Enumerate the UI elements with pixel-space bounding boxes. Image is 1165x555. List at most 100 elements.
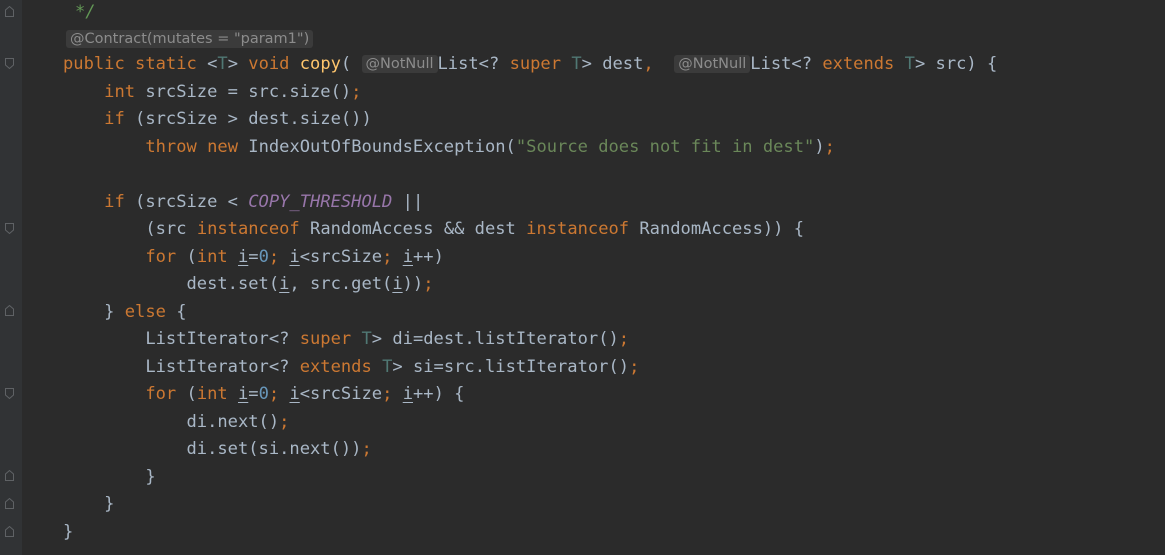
paren: ): [814, 137, 825, 157]
code-text: di.set(si.next()): [186, 439, 362, 459]
code-line: if (srcSize < COPY_THRESHOLD ||: [63, 191, 423, 213]
code-line-signature: public static <T> void copy( @NotNull Lis…: [63, 53, 997, 75]
code-line: ListIterator<? extends T> si=src.listIte…: [63, 356, 639, 378]
type-parameter: T: [904, 54, 915, 74]
code-text: (srcSize <: [124, 192, 249, 212]
notnull-inlay-hint[interactable]: @NotNull: [361, 55, 438, 73]
keyword: extends: [822, 54, 895, 74]
code-text: =: [248, 384, 259, 404]
semicolon: ;: [423, 274, 434, 294]
keyword: extends: [299, 357, 372, 377]
keyword: int: [104, 82, 136, 102]
type-parameter: T: [217, 54, 228, 74]
code-line: int srcSize = src.size();: [63, 81, 361, 103]
loop-variable: i: [237, 247, 249, 267]
keyword: if: [104, 192, 125, 212]
keyword: static: [135, 54, 197, 74]
semicolon: ;: [382, 384, 393, 404]
code-text: > di=dest.listIterator(): [371, 329, 619, 349]
semicolon: ;: [279, 412, 290, 432]
code-line: */: [75, 1, 96, 23]
code-line: ListIterator<? super T> di=dest.listIter…: [63, 328, 629, 350]
type-parameter: T: [571, 54, 582, 74]
code-text: ||: [392, 192, 424, 212]
keyword: instanceof: [196, 219, 300, 239]
semicolon: ;: [268, 384, 280, 404]
code-text: (srcSize > dest.size()): [124, 109, 372, 129]
keyword: super: [299, 329, 352, 349]
code-text: )): [402, 274, 424, 294]
type-parameter: T: [382, 357, 393, 377]
code-line: if (srcSize > dest.size()): [63, 108, 372, 130]
code-text: (src: [145, 219, 197, 239]
code-text: srcSize = src.size(): [135, 82, 352, 102]
code-line: throw new IndexOutOfBoundsException("Sou…: [63, 136, 835, 158]
code-text: <srcSize: [299, 247, 383, 267]
keyword: for: [145, 247, 177, 267]
keyword: int: [196, 384, 228, 404]
loop-variable: i: [289, 247, 300, 267]
string-literal: "Source does not fit in dest": [515, 137, 815, 157]
comma: ,: [643, 54, 654, 74]
code-line: for (int i=0; i<srcSize; i++) {: [63, 383, 464, 405]
loop-variable: i: [402, 247, 413, 267]
loop-variable: i: [237, 384, 249, 404]
code-text: , src.get(: [289, 274, 393, 294]
code-editor[interactable]: */ @Contract(mutates = "param1") public …: [0, 0, 1165, 555]
semicolon: ;: [351, 82, 362, 102]
code-text: di.next(): [186, 412, 280, 432]
code-line: di.next();: [63, 411, 290, 433]
param-rest: > src) {: [914, 54, 998, 74]
loop-variable: i: [402, 384, 413, 404]
contract-inlay-hint[interactable]: @Contract(mutates = "param1"): [66, 30, 314, 48]
method-name[interactable]: copy: [300, 54, 341, 74]
keyword: instanceof: [526, 219, 630, 239]
code-text: {: [165, 302, 187, 322]
loop-variable: i: [392, 274, 403, 294]
code-text: ++) {: [413, 384, 465, 404]
paren: (: [340, 54, 352, 74]
code-text: =: [248, 247, 259, 267]
generic-bracket: <: [207, 54, 218, 74]
keyword: int: [196, 247, 228, 267]
code-line: }: [63, 466, 156, 488]
keyword: for: [145, 384, 177, 404]
semicolon: ;: [824, 137, 835, 157]
code-text: ListIterator<?: [145, 329, 300, 349]
code-line: (src instanceof RandomAccess && dest ins…: [63, 218, 804, 240]
code-line: @Contract(mutates = "param1"): [66, 28, 314, 50]
semicolon: ;: [629, 357, 640, 377]
param-type: List<?: [750, 54, 813, 74]
code-text: ++): [413, 247, 444, 267]
code-text: <srcSize: [299, 384, 383, 404]
code-text: (: [176, 247, 197, 267]
keyword: super: [509, 54, 562, 74]
semicolon: ;: [268, 247, 280, 267]
type-parameter: T: [361, 329, 372, 349]
constant-name: COPY_THRESHOLD: [248, 192, 393, 212]
notnull-inlay-hint[interactable]: @NotNull: [674, 55, 751, 73]
code-text: RandomAccess && dest: [299, 219, 527, 239]
code-line: }: [63, 493, 114, 515]
keyword: throw: [145, 137, 197, 157]
keyword: new: [207, 137, 238, 157]
code-line: for (int i=0; i<srcSize; i++): [63, 246, 444, 268]
closing-brace: }: [145, 467, 156, 487]
code-text: (: [176, 384, 197, 404]
generic-bracket: >: [227, 54, 238, 74]
closing-brace: }: [63, 522, 74, 542]
keyword: public: [63, 54, 125, 74]
code-line: dest.set(i, src.get(i));: [63, 273, 434, 295]
code-area[interactable]: */ @Contract(mutates = "param1") public …: [0, 0, 1165, 555]
loop-variable: i: [289, 384, 300, 404]
param-rest: > dest: [581, 54, 644, 74]
code-text: ListIterator<?: [145, 357, 300, 377]
